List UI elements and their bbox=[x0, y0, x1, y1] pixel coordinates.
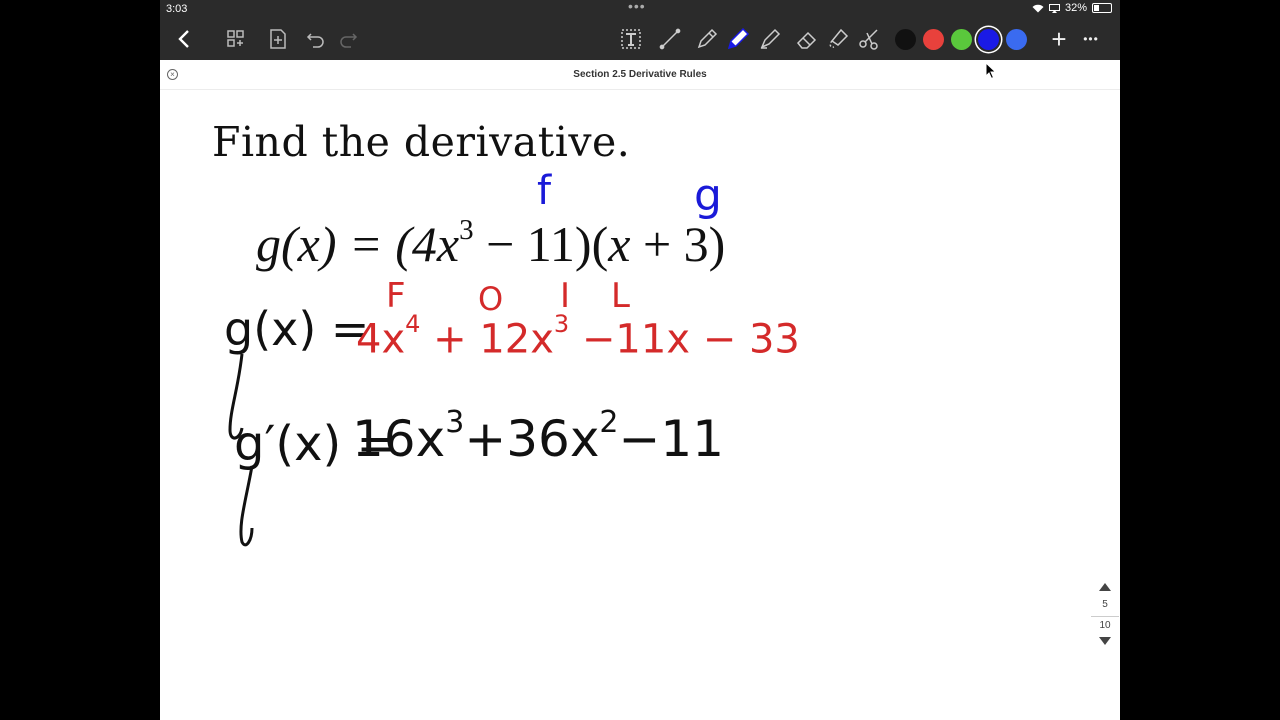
color-swatch-blue[interactable] bbox=[978, 29, 999, 50]
equation-var: x bbox=[608, 216, 631, 272]
equation-tail: + 3) bbox=[630, 216, 726, 272]
add-page-icon[interactable] bbox=[265, 26, 291, 52]
expanded-term-4: − 33 bbox=[690, 316, 800, 363]
text-tool-icon[interactable] bbox=[618, 26, 644, 52]
color-swatch-black[interactable] bbox=[895, 29, 916, 50]
undo-icon[interactable] bbox=[303, 26, 329, 52]
thumbnails-icon[interactable] bbox=[223, 26, 249, 52]
status-bar: 3:03 ••• 32% bbox=[160, 0, 1120, 18]
color-swatch-red[interactable] bbox=[923, 29, 944, 50]
lasso-icon[interactable] bbox=[825, 26, 851, 52]
color-swatch-light-blue[interactable] bbox=[1006, 29, 1027, 50]
screen-mirror-icon bbox=[1048, 3, 1060, 13]
derivative-term-1: 16x bbox=[352, 410, 446, 468]
mouse-cursor-icon bbox=[985, 62, 997, 80]
derivative-exp-2: 2 bbox=[599, 405, 619, 441]
status-time: 3:03 bbox=[166, 3, 188, 15]
battery-icon bbox=[1092, 3, 1112, 13]
derivative-exp-1: 3 bbox=[445, 405, 465, 441]
foil-o: O bbox=[478, 280, 504, 318]
equation-lhs: g(x) = (4x bbox=[256, 216, 460, 272]
eraser-icon[interactable] bbox=[794, 26, 820, 52]
expanded-exp-1: 4 bbox=[405, 310, 421, 338]
chevron-left-icon[interactable] bbox=[171, 26, 197, 52]
equation: g(x) = (4x3 − 11)(x + 3) bbox=[256, 214, 726, 273]
derivative-term-2: +36x bbox=[464, 410, 600, 468]
expanded-term-1: 4x bbox=[356, 316, 406, 363]
page-heading: Find the derivative. bbox=[212, 118, 631, 166]
annotation-f: f bbox=[537, 168, 552, 214]
total-pages: 10 bbox=[1091, 616, 1119, 631]
gx-label: g(x) = bbox=[224, 302, 370, 356]
document-header: × Section 2.5 Derivative Rules bbox=[160, 60, 1120, 90]
equation-exponent: 3 bbox=[459, 214, 474, 247]
expanded-exp-2: 3 bbox=[553, 310, 570, 338]
current-page: 5 bbox=[1102, 599, 1108, 610]
line-tool-icon[interactable] bbox=[657, 26, 683, 52]
pen-icon[interactable] bbox=[694, 26, 720, 52]
battery-percent: 32% bbox=[1064, 2, 1087, 14]
expanded-polynomial: 4x4 + 12x3 −11x − 33 bbox=[356, 310, 800, 363]
wifi-icon bbox=[1032, 4, 1044, 12]
status-indicators: 32% bbox=[1032, 2, 1112, 14]
add-button[interactable]: + bbox=[1046, 24, 1072, 54]
toolbar: + ••• bbox=[160, 18, 1120, 60]
page-navigator: 5 10 bbox=[1091, 578, 1119, 654]
expanded-term-2: + 12x bbox=[420, 316, 554, 363]
derivative-term-3: −11 bbox=[618, 410, 725, 468]
page-down-icon[interactable] bbox=[1099, 637, 1111, 645]
pencil-icon[interactable] bbox=[725, 26, 751, 52]
redo-icon[interactable] bbox=[335, 26, 361, 52]
expanded-term-3: −11x bbox=[569, 316, 691, 363]
more-button[interactable]: ••• bbox=[1078, 26, 1104, 52]
document-title: Section 2.5 Derivative Rules bbox=[573, 69, 707, 80]
screen: 3:03 ••• 32% + ••• × Section 2.5 Derivat… bbox=[160, 0, 1120, 720]
multitasking-dots-icon[interactable]: ••• bbox=[628, 0, 646, 14]
foil-f: F bbox=[386, 276, 406, 316]
derivative-expression: 16x3+36x2−11 bbox=[352, 405, 725, 468]
equation-middle: − 11)( bbox=[473, 216, 609, 272]
scissors-icon[interactable] bbox=[856, 26, 882, 52]
highlighter-icon[interactable] bbox=[757, 26, 783, 52]
handwriting-loops bbox=[228, 353, 254, 547]
color-swatch-green[interactable] bbox=[951, 29, 972, 50]
page-up-icon[interactable] bbox=[1099, 583, 1111, 591]
foil-l: L bbox=[611, 276, 630, 316]
annotation-g: g bbox=[694, 170, 722, 221]
